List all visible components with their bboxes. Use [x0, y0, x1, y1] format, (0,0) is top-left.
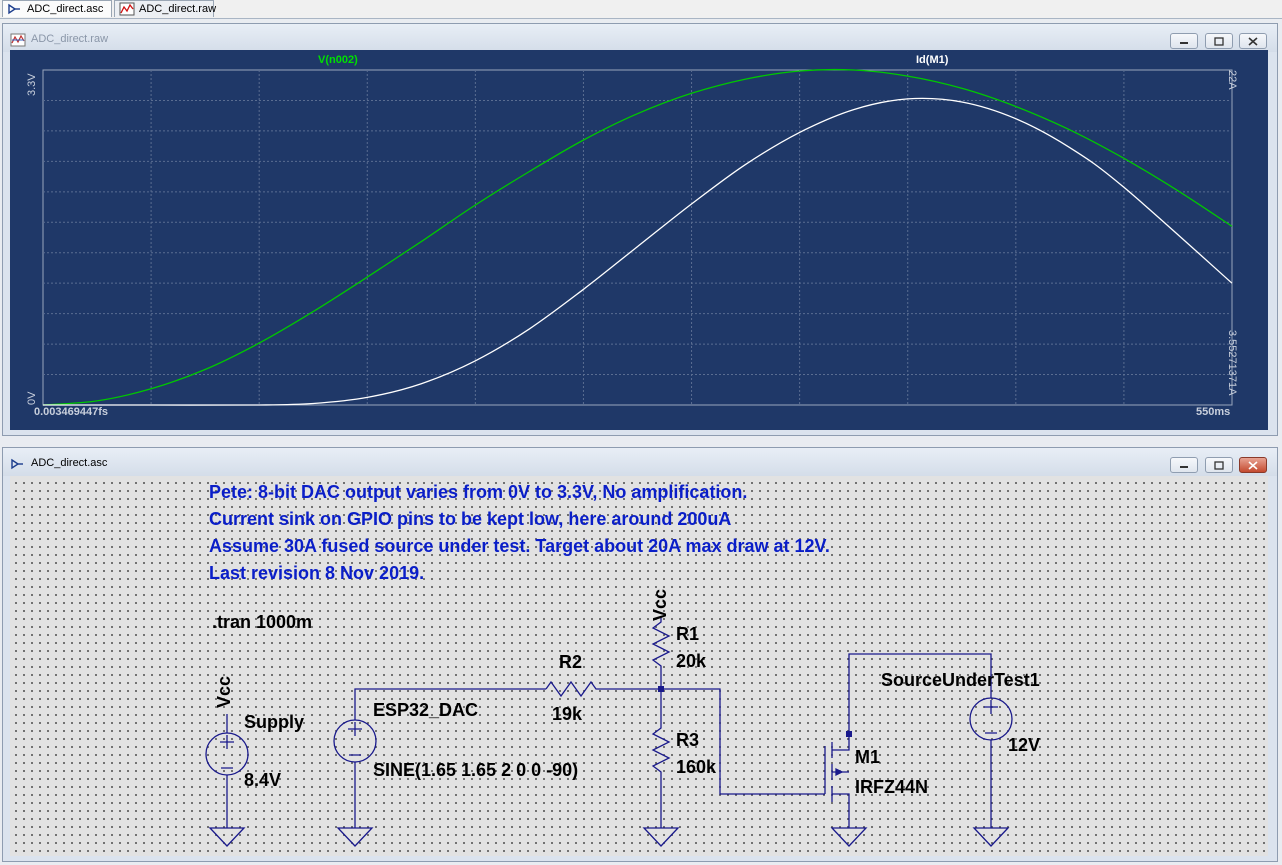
minimize-button[interactable]: [1170, 33, 1198, 49]
note-line-3[interactable]: Assume 30A fused source under test. Targ…: [209, 536, 830, 557]
ground-symbol: [208, 827, 246, 847]
schematic-window-titlebar[interactable]: ADC_direct.asc: [3, 448, 1277, 476]
ground-symbol: [642, 827, 680, 847]
r3-value[interactable]: 160k: [676, 757, 716, 778]
r1-name[interactable]: R1: [676, 624, 699, 645]
junction-dot: [846, 731, 852, 737]
window-title: ADC_direct.asc: [31, 457, 108, 469]
supply-name[interactable]: Supply: [244, 712, 304, 733]
netlabel-vcc-r1[interactable]: Vcc: [650, 589, 671, 621]
right-axis-bottom-label: 3.55271371A: [1226, 330, 1238, 396]
esp32-dac-value[interactable]: SINE(1.65 1.65 2 0 0 -90): [373, 760, 578, 781]
minimize-button[interactable]: [1170, 457, 1198, 473]
document-tab-bar: ADC_direct.asc ADC_direct.raw: [0, 0, 1282, 19]
tab-waveform[interactable]: ADC_direct.raw: [114, 0, 217, 17]
spice-directive[interactable]: .tran 1000m: [212, 612, 312, 633]
note-line-1[interactable]: Pete: 8-bit DAC output varies from 0V to…: [209, 482, 747, 503]
plot-frame: [42, 69, 1233, 406]
window-title: ADC_direct.raw: [31, 33, 109, 45]
close-icon: [1248, 37, 1258, 46]
close-button[interactable]: [1239, 33, 1267, 49]
trace-line-vn002[interactable]: [42, 68, 1233, 406]
x-axis-end-label: 550ms: [1196, 406, 1231, 418]
supply-value[interactable]: 8.4V: [244, 770, 281, 791]
trace-label-idm1[interactable]: Id(M1): [916, 54, 948, 66]
tab-label: ADC_direct.asc: [27, 3, 104, 15]
source-under-test-name[interactable]: SourceUnderTest1: [881, 670, 1040, 691]
waveform-icon: [10, 33, 26, 47]
m1-value[interactable]: IRFZ44N: [855, 777, 928, 798]
source-under-test-value[interactable]: 12V: [1008, 735, 1040, 756]
trace-line-idm1[interactable]: [43, 97, 1233, 406]
supply-voltage-source[interactable]: [205, 714, 249, 847]
waveform-plot[interactable]: V(n002) Id(M1) 3.3V 0V 22A 3.55271371A 0…: [10, 50, 1268, 430]
minimize-icon: [1180, 42, 1188, 44]
ground-symbol: [830, 827, 868, 847]
r1-value[interactable]: 20k: [676, 651, 706, 672]
resistor-r3[interactable]: [642, 689, 680, 847]
ground-symbol: [336, 827, 374, 847]
r2-value[interactable]: 19k: [552, 704, 582, 725]
r3-name[interactable]: R3: [676, 730, 699, 751]
close-button[interactable]: [1239, 457, 1267, 473]
right-axis-top-label: 22A: [1226, 70, 1238, 90]
tab-label: ADC_direct.raw: [139, 3, 217, 15]
waveform-window-titlebar[interactable]: ADC_direct.raw: [3, 24, 1277, 52]
waveform-icon: [119, 2, 135, 16]
netlabel-vcc-supply[interactable]: Vcc: [214, 676, 235, 708]
restore-button[interactable]: [1205, 33, 1233, 49]
plot-canvas[interactable]: [10, 50, 1268, 430]
source-under-test[interactable]: [969, 697, 1013, 847]
junction-dot: [658, 686, 664, 692]
r2-name[interactable]: R2: [559, 652, 582, 673]
restore-icon: [1214, 461, 1224, 470]
m1-name[interactable]: M1: [855, 747, 880, 768]
resistor-r1[interactable]: [651, 616, 671, 689]
esp32-dac-name[interactable]: ESP32_DAC: [373, 700, 478, 721]
minimize-icon: [1180, 466, 1188, 468]
left-axis-bottom-label: 0V: [26, 391, 38, 405]
restore-icon: [1214, 37, 1224, 46]
tab-schematic[interactable]: ADC_direct.asc: [2, 0, 112, 17]
note-line-2[interactable]: Current sink on GPIO pins to be kept low…: [209, 509, 731, 530]
schematic-icon: [8, 3, 20, 15]
schematic-drawing[interactable]: [10, 476, 1268, 856]
note-line-4[interactable]: Last revision 8 Nov 2019.: [209, 563, 424, 584]
close-icon: [1248, 461, 1258, 470]
schematic-canvas[interactable]: Pete: 8-bit DAC output varies from 0V to…: [10, 476, 1268, 856]
x-axis-start-label: 0.003469447fs: [34, 406, 109, 418]
restore-button[interactable]: [1205, 457, 1233, 473]
trace-label-vn002[interactable]: V(n002): [318, 54, 358, 66]
schematic-icon: [11, 458, 23, 470]
ground-symbol: [972, 827, 1010, 847]
left-axis-top-label: 3.3V: [26, 73, 38, 96]
